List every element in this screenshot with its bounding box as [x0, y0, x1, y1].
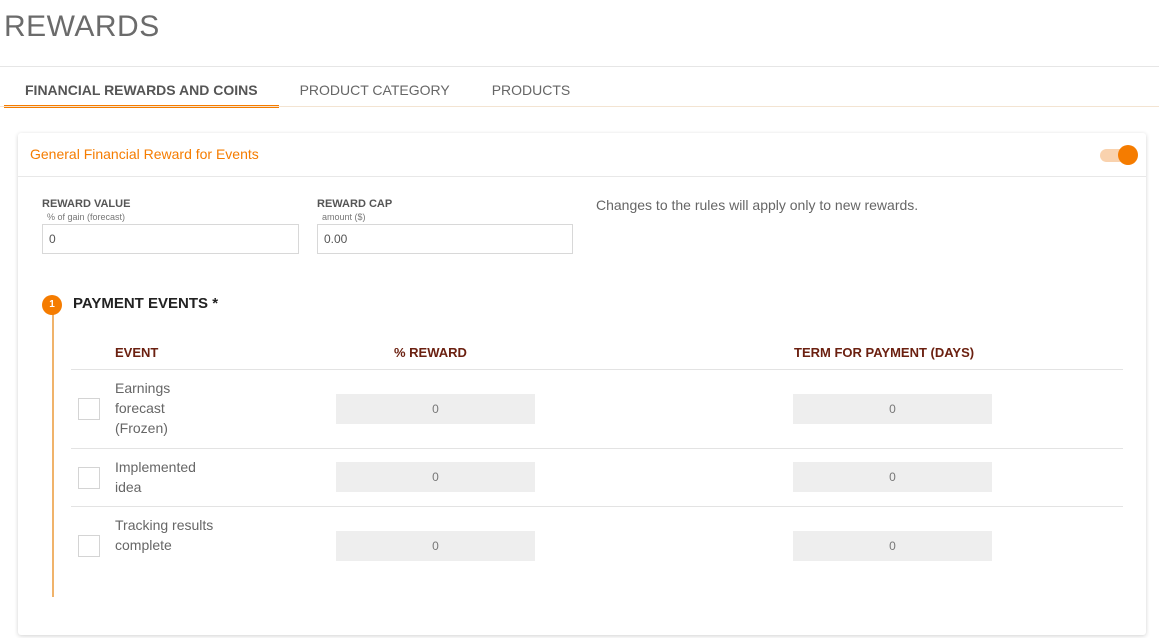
tab-product-category[interactable]: PRODUCT CATEGORY: [279, 72, 471, 108]
event-label: Implemented idea: [115, 459, 196, 495]
step-number-badge: 1: [42, 295, 62, 315]
reward-value-label: REWARD VALUE: [42, 198, 131, 210]
enable-toggle[interactable]: [1098, 145, 1138, 165]
toggle-knob: [1118, 145, 1138, 165]
reward-value-input[interactable]: [42, 224, 299, 254]
page-title: REWARDS: [4, 10, 160, 43]
payment-events-title: PAYMENT EVENTS *: [73, 295, 219, 312]
reward-cap-field: REWARD CAP amount ($): [317, 198, 573, 254]
payment-term-input[interactable]: [793, 462, 992, 492]
reward-percent-input[interactable]: [336, 462, 535, 492]
general-financial-reward-card: General Financial Reward for Events REWA…: [18, 133, 1146, 635]
column-header-reward: % REWARD: [394, 345, 467, 360]
event-label: Earnings forecast (Frozen): [115, 380, 171, 436]
event-label: Tracking results complete: [115, 517, 214, 553]
reward-cap-input[interactable]: [317, 224, 573, 254]
reward-cap-label: REWARD CAP: [317, 198, 393, 210]
tabs-divider: [0, 106, 1159, 107]
step-connector-line: [52, 305, 54, 597]
row-divider: [71, 506, 1123, 507]
reward-percent-input[interactable]: [336, 531, 535, 561]
row-divider: [71, 448, 1123, 449]
tab-bar: FINANCIAL REWARDS AND COINS PRODUCT CATE…: [4, 72, 591, 108]
card-title: General Financial Reward for Events: [30, 146, 259, 162]
reward-percent-input[interactable]: [336, 394, 535, 424]
event-checkbox[interactable]: [78, 535, 100, 557]
column-header-term: TERM FOR PAYMENT (DAYS): [794, 345, 975, 360]
reward-value-sublabel: % of gain (forecast): [47, 212, 126, 222]
title-divider: [0, 66, 1159, 67]
event-checkbox[interactable]: [78, 467, 100, 489]
payment-term-input[interactable]: [793, 394, 992, 424]
reward-cap-sublabel: amount ($): [322, 212, 366, 222]
event-checkbox[interactable]: [78, 398, 100, 420]
reward-value-field: REWARD VALUE % of gain (forecast): [42, 198, 299, 254]
tab-financial-rewards-and-coins[interactable]: FINANCIAL REWARDS AND COINS: [4, 72, 279, 108]
card-header: General Financial Reward for Events: [18, 133, 1146, 177]
row-divider: [71, 369, 1123, 370]
tab-products[interactable]: PRODUCTS: [471, 72, 592, 108]
payment-term-input[interactable]: [793, 531, 992, 561]
rules-notice: Changes to the rules will apply only to …: [596, 197, 919, 213]
column-header-event: EVENT: [115, 345, 159, 360]
